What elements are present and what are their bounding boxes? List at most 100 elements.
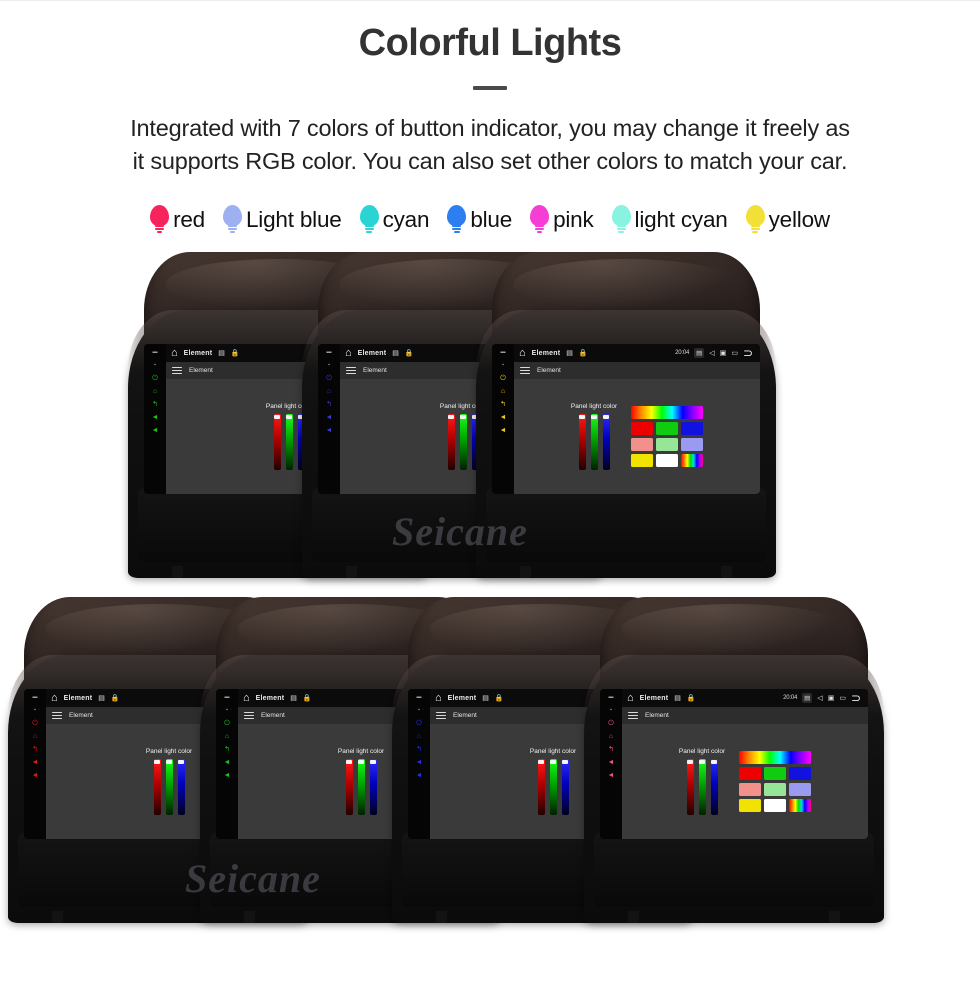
back-key[interactable]: ↰ [32,746,38,753]
color-swatch-rainbow-stripes[interactable] [789,799,812,812]
red-slider[interactable] [447,414,455,470]
back-key[interactable]: ↰ [224,746,230,753]
red-slider-thumb[interactable] [687,760,693,764]
power-key[interactable]: ⏻ [608,720,614,727]
color-swatch-rainbow-gradient[interactable] [739,751,812,764]
vol-down-key[interactable]: ◄ [500,414,507,421]
color-swatch-light-green[interactable] [764,783,787,796]
hamburger-menu-icon[interactable] [244,711,254,720]
blue-slider[interactable] [177,759,185,815]
lock-icon[interactable]: 🔒 [303,694,312,702]
vol-up-key[interactable]: ◄ [608,772,615,779]
color-swatch-light-green[interactable] [656,438,679,451]
blue-slider-thumb[interactable] [370,760,376,764]
save-icon[interactable]: ▤ [218,349,225,357]
mic-key[interactable]: ▬ [33,694,38,701]
home-key[interactable]: ⌂ [609,733,613,740]
eject-key[interactable]: ▪ [502,362,504,369]
color-palette[interactable] [739,751,812,812]
save-icon[interactable]: ▤ [98,694,105,702]
color-swatch-green[interactable] [764,767,787,780]
green-slider-thumb[interactable] [286,415,292,419]
red-slider-thumb[interactable] [346,760,352,764]
eject-key[interactable]: ▪ [328,362,330,369]
green-slider[interactable] [165,759,173,815]
lock-icon[interactable]: 🔒 [687,694,696,702]
vol-up-key[interactable]: ◄ [500,427,507,434]
home-key[interactable]: ⌂ [327,388,331,395]
home-icon[interactable]: ⌂ [243,692,250,704]
screenshot-icon[interactable]: ▣ [828,694,835,702]
lock-icon[interactable]: 🔒 [111,694,120,702]
vol-up-key[interactable]: ◄ [326,427,333,434]
red-slider-thumb[interactable] [448,415,454,419]
home-key[interactable]: ⌂ [417,733,421,740]
green-slider-thumb[interactable] [166,760,172,764]
back-key[interactable]: ↰ [416,746,422,753]
red-slider[interactable] [345,759,353,815]
red-slider-thumb[interactable] [274,415,280,419]
home-key[interactable]: ⌂ [33,733,37,740]
color-swatch-light-blue[interactable] [681,438,704,451]
home-key[interactable]: ⌂ [153,388,157,395]
vol-up-key[interactable]: ◄ [32,772,39,779]
power-key[interactable]: ⏻ [326,375,332,382]
color-swatch-green[interactable] [656,422,679,435]
lock-icon[interactable]: 🔒 [231,349,240,357]
blue-slider[interactable] [602,414,610,470]
screenshot-icon[interactable]: ▣ [720,349,727,357]
lock-icon[interactable]: 🔒 [495,694,504,702]
recent-apps-icon[interactable]: ▭ [839,694,846,702]
eject-key[interactable]: ▪ [226,707,228,714]
vol-down-key[interactable]: ◄ [152,414,159,421]
mic-key[interactable]: ▬ [501,349,506,356]
eject-key[interactable]: ▪ [610,707,612,714]
sd-card-icon[interactable]: ▤ [694,348,705,358]
lock-icon[interactable]: 🔒 [579,349,588,357]
hamburger-menu-icon[interactable] [628,711,638,720]
power-key[interactable]: ⏻ [500,375,506,382]
home-icon[interactable]: ⌂ [171,347,178,359]
hamburger-menu-icon[interactable] [436,711,446,720]
red-slider[interactable] [273,414,281,470]
red-slider-thumb[interactable] [154,760,160,764]
mic-key[interactable]: ▬ [327,349,332,356]
color-swatch-blue[interactable] [789,767,812,780]
power-key[interactable]: ⏻ [224,720,230,727]
hamburger-menu-icon[interactable] [520,366,530,375]
color-swatch-yellow[interactable] [739,799,762,812]
red-slider[interactable] [537,759,545,815]
home-icon[interactable]: ⌂ [519,347,526,359]
vol-down-key[interactable]: ◄ [32,759,39,766]
back-icon[interactable]: ⊃ [743,347,753,359]
power-key[interactable]: ⏻ [416,720,422,727]
home-icon[interactable]: ⌂ [627,692,634,704]
save-icon[interactable]: ▤ [566,349,573,357]
color-swatch-light-blue[interactable] [789,783,812,796]
color-palette[interactable] [631,406,704,467]
hamburger-menu-icon[interactable] [172,366,182,375]
color-swatch-blue[interactable] [681,422,704,435]
green-slider-thumb[interactable] [550,760,556,764]
mic-key[interactable]: ▬ [609,694,614,701]
save-icon[interactable]: ▤ [290,694,297,702]
green-slider-thumb[interactable] [358,760,364,764]
home-icon[interactable]: ⌂ [345,347,352,359]
back-key[interactable]: ↰ [152,401,158,408]
vol-up-key[interactable]: ◄ [152,427,159,434]
color-swatch-red[interactable] [631,422,654,435]
power-key[interactable]: ⏻ [32,720,38,727]
mic-key[interactable]: ▬ [225,694,230,701]
green-slider[interactable] [549,759,557,815]
vol-down-key[interactable]: ◄ [416,759,423,766]
blue-slider[interactable] [710,759,718,815]
green-slider-thumb[interactable] [699,760,705,764]
save-icon[interactable]: ▤ [482,694,489,702]
eject-key[interactable]: ▪ [418,707,420,714]
back-key[interactable]: ↰ [500,401,506,408]
red-slider-thumb[interactable] [579,415,585,419]
back-key[interactable]: ↰ [326,401,332,408]
color-swatch-yellow[interactable] [631,454,654,467]
green-slider[interactable] [285,414,293,470]
home-key[interactable]: ⌂ [501,388,505,395]
